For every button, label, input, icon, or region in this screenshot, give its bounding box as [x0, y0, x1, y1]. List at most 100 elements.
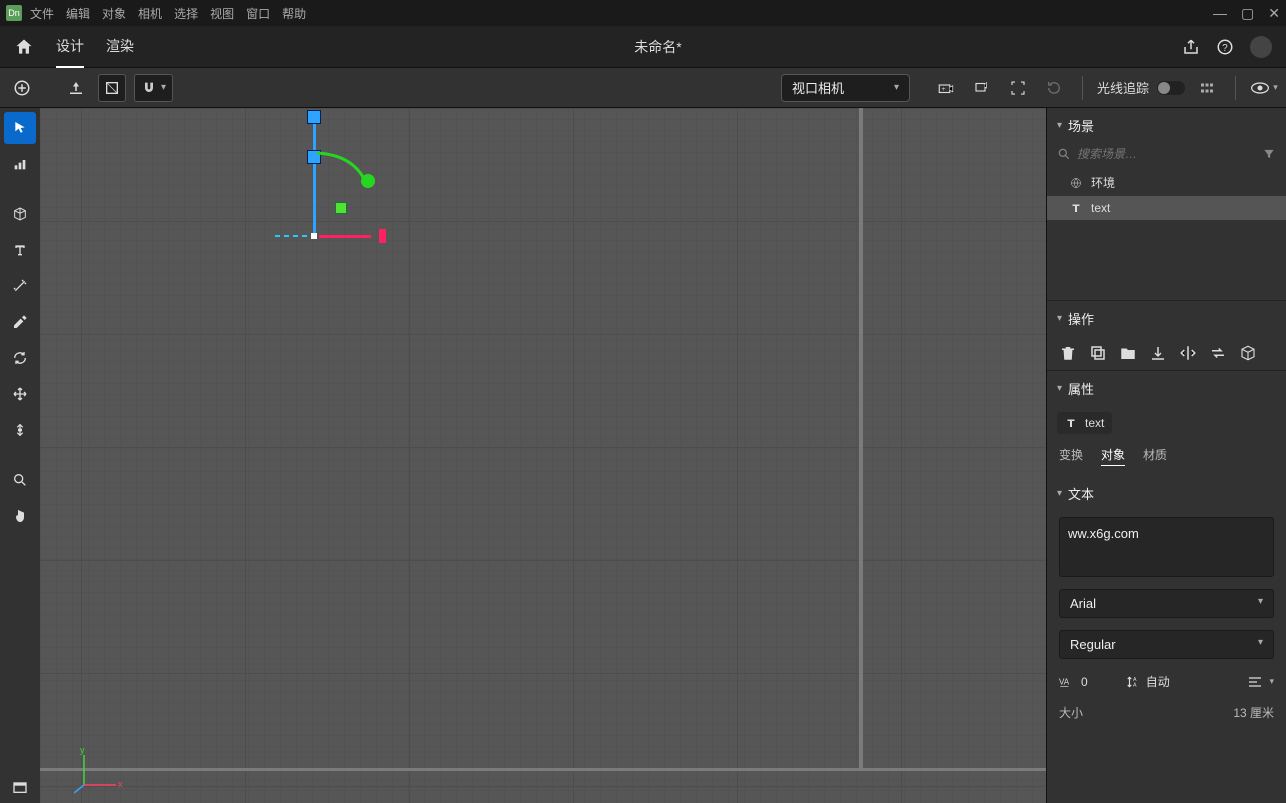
raytrace-label: 光线追踪: [1097, 78, 1149, 97]
menu-bar: 文件 编辑 对象 相机 选择 视图 窗口 帮助: [30, 5, 306, 22]
share-icon[interactable]: [1182, 38, 1200, 56]
tracking-field[interactable]: VA 0: [1059, 675, 1088, 689]
home-icon[interactable]: [14, 37, 34, 57]
properties-section-header[interactable]: ▾ 属性: [1047, 370, 1286, 406]
orbit-tool[interactable]: [4, 342, 36, 374]
weight-select[interactable]: Regular ▾: [1059, 630, 1274, 659]
duplicate-icon[interactable]: [1089, 344, 1107, 362]
tab-design[interactable]: 设计: [56, 26, 84, 68]
scene-item-environment[interactable]: 环境: [1047, 169, 1286, 196]
title-bar: Dn 文件 编辑 对象 相机 选择 视图 窗口 帮助 — ▢ ✕: [0, 0, 1286, 26]
options-bar: ▾ 视口相机 ▾ + 光线追踪 ▾: [0, 68, 1286, 108]
add-icon[interactable]: [8, 74, 36, 102]
document-title: 未命名*: [156, 37, 1160, 57]
workspace-bar: 设计 渲染 未命名* ?: [0, 26, 1286, 68]
scene-item-text[interactable]: text: [1047, 196, 1286, 220]
scale-tool[interactable]: [4, 148, 36, 180]
leading-value: 自动: [1146, 673, 1170, 690]
swap-icon[interactable]: [1209, 344, 1227, 362]
property-chip-label: text: [1085, 416, 1104, 430]
menu-help[interactable]: 帮助: [282, 5, 306, 22]
tab-object[interactable]: 对象: [1101, 446, 1125, 466]
right-panel: ▾ 场景 环境 text ▾ 操作: [1046, 108, 1286, 803]
left-toolbar: [0, 108, 40, 803]
text-header-label: 文本: [1068, 484, 1094, 503]
delete-icon[interactable]: [1059, 344, 1077, 362]
scene-search-input[interactable]: [1077, 147, 1256, 161]
move-tool[interactable]: [4, 378, 36, 410]
text-tool[interactable]: [4, 234, 36, 266]
camera-frame-icon[interactable]: [1004, 74, 1032, 102]
align-ground-icon[interactable]: [62, 74, 90, 102]
tab-material[interactable]: 材质: [1143, 446, 1167, 466]
leading-field[interactable]: AA 自动: [1126, 673, 1170, 690]
toggle-switch[interactable]: [1157, 81, 1185, 95]
menu-window[interactable]: 窗口: [246, 5, 270, 22]
zoom-tool[interactable]: [4, 464, 36, 496]
help-icon[interactable]: ?: [1216, 38, 1234, 56]
viewport[interactable]: y x: [40, 108, 1046, 803]
dolly-tool[interactable]: [4, 414, 36, 446]
view-mode-icon[interactable]: ▾: [1250, 74, 1278, 102]
panel-toggle-icon[interactable]: [4, 771, 36, 803]
size-label: 大小: [1059, 704, 1083, 721]
scene-item-label: 环境: [1091, 174, 1115, 191]
align-field[interactable]: ▾: [1247, 675, 1274, 689]
property-tabs: 变换 对象 材质: [1047, 440, 1286, 476]
wand-tool[interactable]: [4, 270, 36, 302]
operations-header-label: 操作: [1068, 309, 1094, 328]
app-icon: Dn: [6, 5, 22, 21]
menu-object[interactable]: 对象: [102, 5, 126, 22]
tracking-value: 0: [1081, 675, 1088, 689]
snap-dropdown[interactable]: ▾: [134, 74, 173, 102]
select-tool[interactable]: [4, 112, 36, 144]
filter-icon[interactable]: [1262, 147, 1276, 161]
transform-gizmo[interactable]: [265, 114, 395, 244]
raytrace-toggle[interactable]: 光线追踪: [1097, 78, 1185, 97]
search-icon: [1057, 147, 1071, 161]
eyedropper-tool[interactable]: [4, 306, 36, 338]
menu-select[interactable]: 选择: [174, 5, 198, 22]
minimize-icon[interactable]: —: [1213, 5, 1227, 22]
render-settings-icon[interactable]: [1193, 74, 1221, 102]
cube3d-icon[interactable]: [1239, 344, 1257, 362]
axis-gizmo[interactable]: y x: [74, 745, 124, 795]
text-section-header[interactable]: ▾ 文本: [1047, 476, 1286, 511]
chevron-down-icon: ▾: [1258, 637, 1263, 652]
leading-icon: AA: [1126, 675, 1140, 689]
close-icon[interactable]: ✕: [1268, 5, 1280, 22]
camera-dropdown-label: 视口相机: [792, 78, 844, 97]
user-avatar[interactable]: [1250, 36, 1272, 58]
chevron-down-icon: ▾: [1057, 313, 1062, 324]
font-select[interactable]: Arial ▾: [1059, 589, 1274, 618]
align-ground-icon[interactable]: [1149, 344, 1167, 362]
group-icon[interactable]: [1119, 344, 1137, 362]
text-object-icon: [1065, 417, 1077, 429]
tab-transform[interactable]: 变换: [1059, 446, 1083, 466]
camera-add-icon[interactable]: +: [932, 74, 960, 102]
window-controls: — ▢ ✕: [1213, 5, 1280, 22]
text-content-input[interactable]: ww.x6g.com: [1059, 517, 1274, 577]
properties-header-label: 属性: [1068, 379, 1094, 398]
cube-tool[interactable]: [4, 198, 36, 230]
scene-section-header[interactable]: ▾ 场景: [1047, 108, 1286, 143]
menu-view[interactable]: 视图: [210, 5, 234, 22]
tracking-icon: VA: [1059, 676, 1075, 688]
svg-text:A: A: [1133, 682, 1137, 688]
size-value[interactable]: 13 厘米: [1233, 704, 1274, 721]
maximize-icon[interactable]: ▢: [1241, 5, 1254, 22]
scene-header-label: 场景: [1068, 116, 1094, 135]
menu-camera[interactable]: 相机: [138, 5, 162, 22]
hand-tool[interactable]: [4, 500, 36, 532]
menu-edit[interactable]: 编辑: [66, 5, 90, 22]
camera-bookmark-icon[interactable]: [968, 74, 996, 102]
svg-text:+: +: [941, 86, 945, 93]
normal-select-icon[interactable]: [98, 74, 126, 102]
camera-dropdown[interactable]: 视口相机 ▾: [781, 74, 910, 102]
tab-render[interactable]: 渲染: [106, 26, 134, 68]
chevron-down-icon: ▾: [1057, 383, 1062, 394]
operations-section-header[interactable]: ▾ 操作: [1047, 300, 1286, 336]
mirror-icon[interactable]: [1179, 344, 1197, 362]
menu-file[interactable]: 文件: [30, 5, 54, 22]
svg-text:VA: VA: [1059, 677, 1070, 686]
